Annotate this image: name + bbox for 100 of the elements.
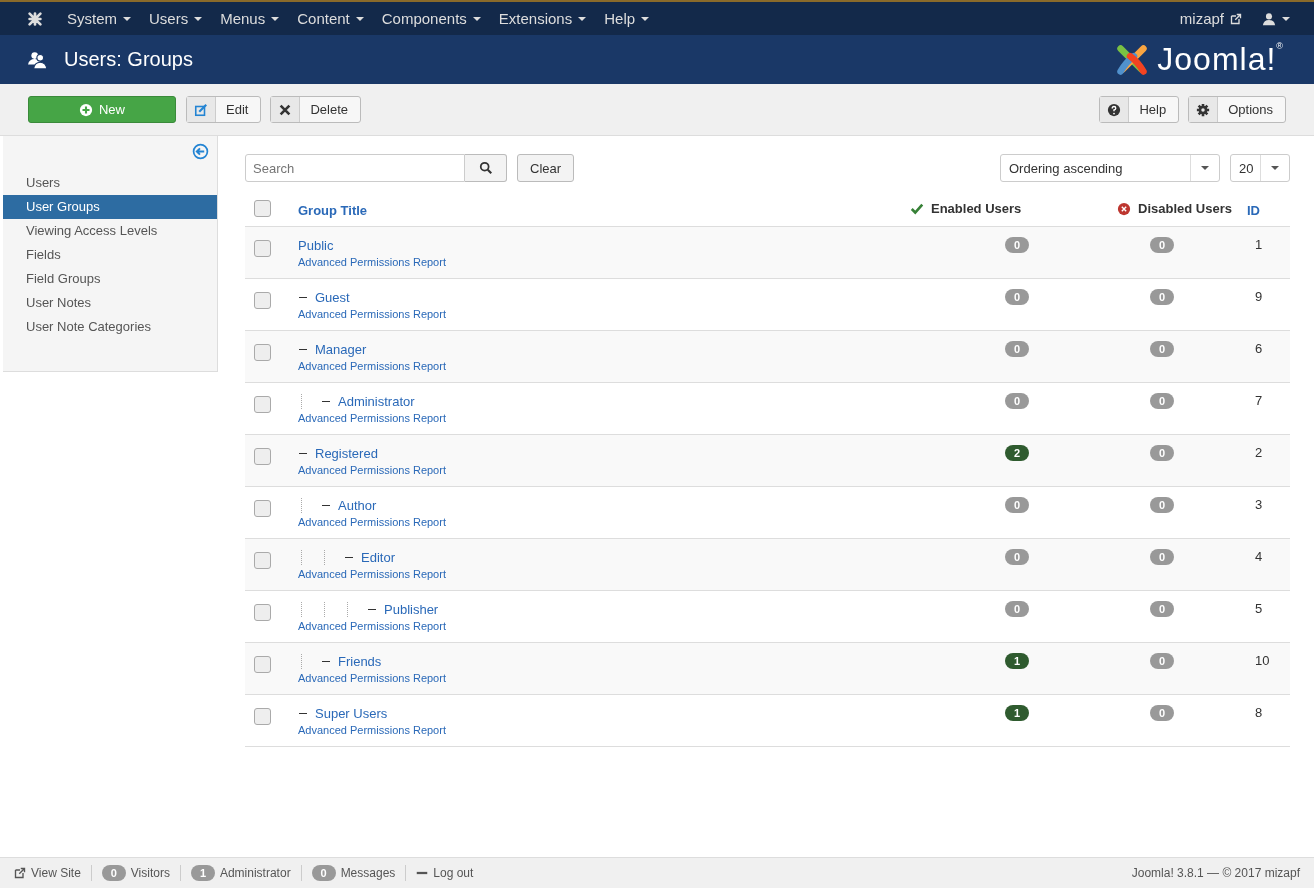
edit-button[interactable]: Edit	[186, 96, 262, 123]
id-cell: 5	[1255, 601, 1263, 616]
help-button[interactable]: Help	[1099, 96, 1180, 123]
status-link[interactable]: 1 Administrator	[190, 865, 291, 881]
sidebar-item[interactable]: User Note Categories	[3, 315, 217, 339]
count-badge: 0	[1150, 393, 1174, 409]
tree-guide	[301, 498, 302, 513]
menu-item[interactable]: Content	[288, 10, 373, 27]
logout-link[interactable]: Log out	[416, 866, 474, 880]
count-badge: 1	[1005, 705, 1029, 721]
tree-dash	[299, 349, 307, 350]
count-badge: 0	[1005, 341, 1029, 357]
version-text: Joomla! 3.8.1 — © 2017 mizapf	[1131, 866, 1300, 880]
id-cell: 7	[1255, 393, 1263, 408]
menu-item[interactable]: Help	[595, 10, 659, 27]
group-title-link[interactable]: Super Users	[315, 706, 388, 721]
count-badge: 1	[1005, 653, 1029, 669]
row-checkbox[interactable]	[254, 552, 271, 569]
tree-dash	[322, 661, 330, 662]
report-link[interactable]: Advanced Permissions Report	[298, 620, 446, 632]
group-title-link[interactable]: Friends	[338, 654, 382, 669]
search-icon	[478, 161, 493, 175]
edit-icon	[194, 102, 208, 117]
row-checkbox[interactable]	[254, 396, 271, 413]
group-title-link[interactable]: Guest	[315, 290, 350, 305]
report-link[interactable]: Advanced Permissions Report	[298, 724, 446, 736]
report-link[interactable]: Advanced Permissions Report	[298, 672, 446, 684]
row-checkbox[interactable]	[254, 500, 271, 517]
clear-button[interactable]: Clear	[517, 154, 575, 182]
report-link[interactable]: Advanced Permissions Report	[298, 308, 446, 320]
select-all-checkbox[interactable]	[254, 200, 271, 217]
view-site-link[interactable]: View Site	[14, 866, 81, 880]
count-badge: 0	[1005, 497, 1029, 513]
count-badge: 2	[1005, 445, 1029, 461]
group-title-link[interactable]: Administrator	[338, 394, 415, 409]
menu-item[interactable]: System	[58, 10, 140, 27]
column-header[interactable]: ID	[1247, 202, 1260, 218]
row-checkbox[interactable]	[254, 604, 271, 621]
sidebar-item[interactable]: Fields	[3, 243, 217, 267]
external-link-icon	[1230, 12, 1242, 25]
group-title-link[interactable]: Registered	[315, 446, 378, 461]
sidebar-item[interactable]: Users	[3, 171, 217, 195]
row-checkbox[interactable]	[254, 708, 271, 725]
row-checkbox[interactable]	[254, 344, 271, 361]
row-checkbox[interactable]	[254, 240, 271, 257]
search-button[interactable]	[465, 154, 507, 182]
menu-item[interactable]: Users	[140, 10, 212, 27]
menu-item[interactable]: Components	[372, 10, 490, 27]
tree-dash	[368, 609, 376, 610]
plus-icon	[79, 102, 93, 117]
count-badge: 0	[1005, 289, 1029, 305]
external-link-icon	[14, 867, 26, 879]
user-link[interactable]: mizapf	[1169, 10, 1252, 27]
id-cell: 1	[1255, 237, 1263, 252]
count-badge: 0	[1005, 393, 1029, 409]
report-link[interactable]: Advanced Permissions Report	[298, 360, 446, 372]
sidebar-item[interactable]: Field Groups	[3, 267, 217, 291]
sidebar-item[interactable]: User Groups	[3, 195, 217, 219]
count-badge: 0	[1005, 549, 1029, 565]
report-link[interactable]: Advanced Permissions Report	[298, 464, 446, 476]
users-icon	[28, 49, 48, 70]
report-link[interactable]: Advanced Permissions Report	[298, 412, 446, 424]
group-title-link[interactable]: Manager	[315, 342, 367, 357]
joomla-logo: Joomla!$^{®}$	[1113, 40, 1284, 79]
row-checkbox[interactable]	[254, 656, 271, 673]
sidebar-item[interactable]: User Notes	[3, 291, 217, 315]
report-link[interactable]: Advanced Permissions Report	[298, 568, 446, 580]
delete-button[interactable]: Delete	[270, 96, 361, 123]
dropdown[interactable]: 20	[1230, 154, 1290, 182]
count-badge: 0	[1150, 653, 1174, 669]
group-title-link[interactable]: Author	[338, 498, 377, 513]
status-link[interactable]: 0 Messages	[311, 865, 396, 881]
id-cell: 10	[1255, 653, 1270, 668]
group-title-link[interactable]: Editor	[361, 550, 395, 565]
tree-dash	[322, 505, 330, 506]
column-header: Enabled Users	[931, 201, 1022, 217]
id-cell: 2	[1255, 445, 1263, 460]
group-title-link[interactable]: Public	[298, 238, 334, 253]
menu-item[interactable]: Extensions	[489, 10, 596, 27]
report-link[interactable]: Advanced Permissions Report	[298, 256, 446, 268]
dropdown[interactable]: Ordering ascending	[1000, 154, 1220, 182]
menu-item[interactable]: Menus	[211, 10, 289, 27]
count-badge: 0	[1150, 497, 1174, 513]
tree-dash	[299, 297, 307, 298]
id-cell: 9	[1255, 289, 1263, 304]
collapse-icon[interactable]	[192, 143, 209, 160]
options-button[interactable]: Options	[1188, 96, 1286, 123]
column-header[interactable]: Group Title	[298, 202, 368, 218]
sidebar-item[interactable]: Viewing Access Levels	[3, 219, 217, 243]
row-checkbox[interactable]	[254, 448, 271, 465]
search-field[interactable]: Search	[245, 154, 465, 182]
row-checkbox[interactable]	[254, 292, 271, 309]
group-title-link[interactable]: Publisher	[384, 602, 439, 617]
status-link[interactable]: 0 Visitors	[101, 865, 170, 881]
count-badge: 0	[1150, 549, 1174, 565]
settings-icon	[1196, 102, 1211, 117]
report-link[interactable]: Advanced Permissions Report	[298, 516, 446, 528]
count-badge: 0	[1150, 237, 1174, 253]
help-icon	[1107, 102, 1122, 117]
id-cell: 4	[1255, 549, 1263, 564]
